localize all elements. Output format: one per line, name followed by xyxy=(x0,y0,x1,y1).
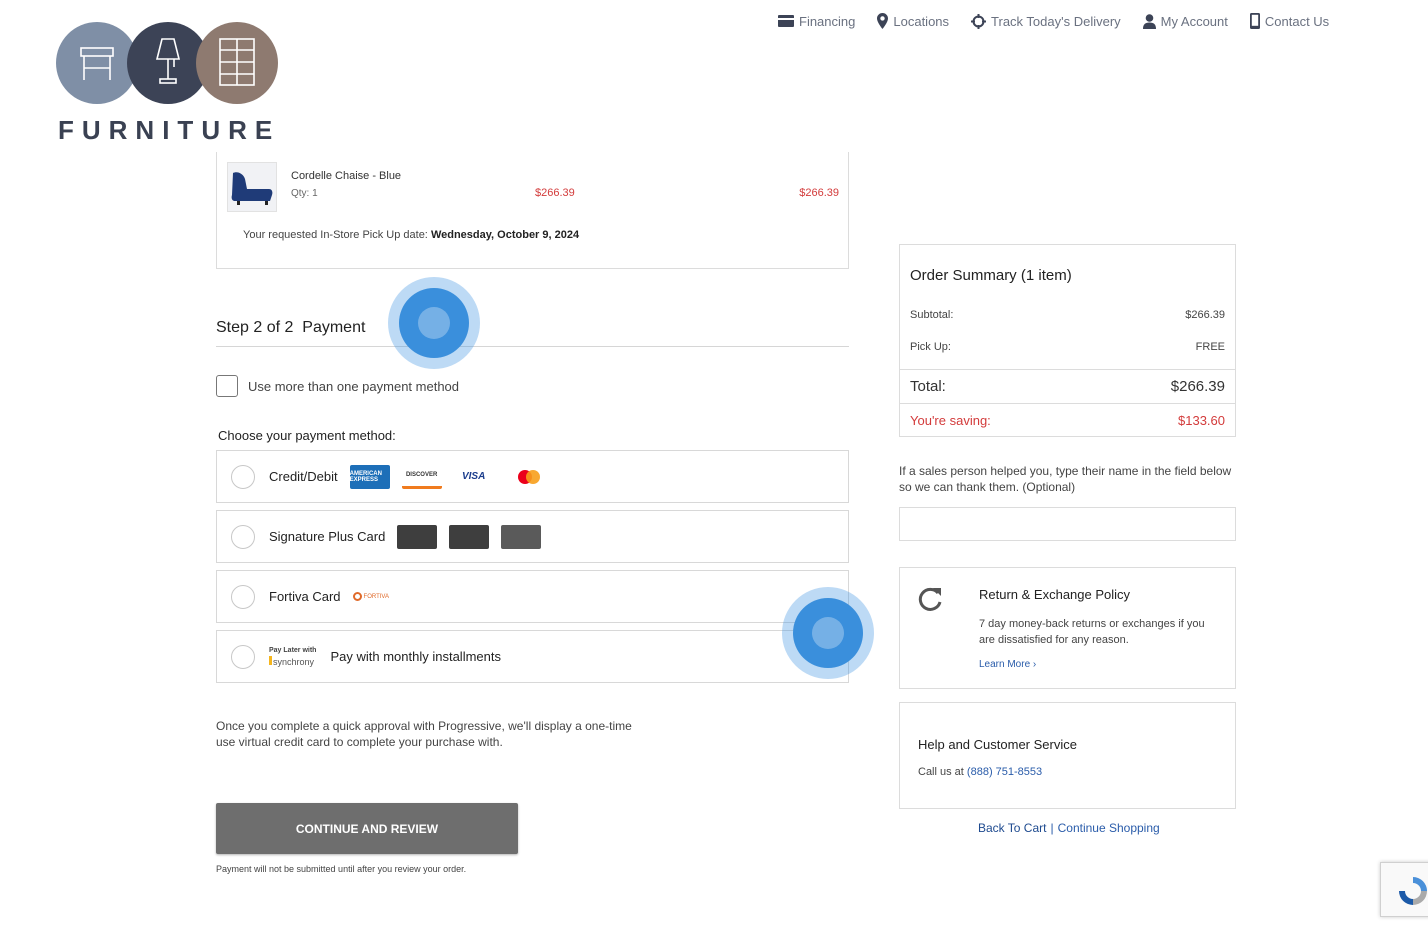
phone-icon xyxy=(1249,13,1260,29)
help-phone-line: Call us at (888) 751-8553 xyxy=(918,766,1043,778)
user-icon xyxy=(1142,13,1156,29)
brand-logo[interactable]: FURNITURE xyxy=(56,22,286,145)
subtotal-row: Subtotal: $266.39 xyxy=(910,309,1225,321)
radio-fortiva[interactable] xyxy=(231,584,255,609)
learn-more-link[interactable]: Learn More › xyxy=(979,659,1036,670)
phone-link[interactable]: (888) 751-8553 xyxy=(967,766,1042,778)
payment-option-fortiva[interactable]: Fortiva Card FORTIVA xyxy=(216,570,849,623)
salesperson-note: If a sales person helped you, type their… xyxy=(899,464,1232,494)
continue-shopping-link[interactable]: Continue Shopping xyxy=(1058,821,1160,835)
nav-track-delivery[interactable]: Track Today's Delivery xyxy=(971,12,1121,30)
table-icon xyxy=(56,22,138,104)
product-qty: Qty: 1 xyxy=(291,188,318,199)
submit-note: Payment will not be submitted until afte… xyxy=(216,864,467,874)
total-row: Total: $266.39 xyxy=(900,369,1235,404)
pickup-row: Pick Up: FREE xyxy=(910,341,1225,353)
amex-logo: AMERICAN EXPRESS xyxy=(349,464,390,489)
policy-title: Return & Exchange Policy xyxy=(979,587,1131,602)
progressive-note: Once you complete a quick approval with … xyxy=(216,719,632,749)
saving-row: You're saving: $133.60 xyxy=(910,413,1225,428)
payment-option-credit-debit[interactable]: Credit/Debit AMERICAN EXPRESS DISCOVER V… xyxy=(216,450,849,503)
multi-payment-label: Use more than one payment method xyxy=(248,378,460,394)
multi-payment-checkbox[interactable] xyxy=(216,375,238,397)
saving-value: $133.60 xyxy=(1178,413,1225,428)
order-summary: Order Summary (1 item) Subtotal: $266.39 … xyxy=(899,244,1236,437)
step-title: Step 2 of 2 Payment xyxy=(216,319,366,336)
radio-credit-debit[interactable] xyxy=(231,464,255,489)
back-to-cart-link[interactable]: Back To Cart xyxy=(978,821,1046,835)
order-summary-title: Order Summary (1 item) xyxy=(910,267,1072,284)
brand-wordmark: FURNITURE xyxy=(58,115,281,145)
mastercard-logo xyxy=(505,464,546,489)
recaptcha-icon xyxy=(1399,877,1427,905)
nav-label: Contact Us xyxy=(1264,13,1330,29)
choose-payment-label: Choose your payment method: xyxy=(218,428,396,443)
map-pin-icon xyxy=(877,13,889,29)
salesperson-name-input[interactable] xyxy=(899,507,1236,541)
nav-label: Track Today's Delivery xyxy=(991,13,1121,29)
nav-my-account[interactable]: My Account xyxy=(1142,12,1228,30)
nav-label: Locations xyxy=(893,13,950,29)
refresh-icon xyxy=(918,587,942,611)
synchrony-logo: Pay Later with synchrony xyxy=(269,647,317,667)
pickup-date-line: Your requested In-Store Pick Up date: We… xyxy=(243,229,579,241)
total-value: $266.39 xyxy=(1170,378,1225,395)
nav-label: My Account xyxy=(1160,13,1228,29)
nav-locations[interactable]: Locations xyxy=(877,12,949,30)
pickup-label: Your requested In-Store Pick Up date: xyxy=(243,229,428,241)
divider xyxy=(216,346,849,347)
help-title: Help and Customer Service xyxy=(918,737,1077,752)
signature-card-image xyxy=(397,524,438,549)
product-price: $266.39 xyxy=(535,187,575,199)
payment-option-synchrony[interactable]: Pay Later with synchrony Pay with monthl… xyxy=(216,630,849,683)
payment-option-label: Signature Plus Card xyxy=(269,529,386,544)
bottom-links: Back To Cart | Continue Shopping xyxy=(978,821,1160,835)
help-card: Help and Customer Service Call us at (88… xyxy=(899,702,1236,809)
payment-option-label: Credit/Debit xyxy=(269,469,338,484)
credit-card-icon xyxy=(778,15,794,27)
nav-contact-us[interactable]: Contact Us xyxy=(1249,12,1330,30)
top-navigation: Financing Locations Track Today's Delive… xyxy=(778,12,1329,30)
multi-payment-toggle[interactable]: Use more than one payment method xyxy=(216,375,459,397)
product-thumbnail[interactable] xyxy=(227,162,277,212)
payment-option-signature-plus[interactable]: Signature Plus Card xyxy=(216,510,849,563)
nav-label: Financing xyxy=(799,13,856,29)
pickup-date: Wednesday, October 9, 2024 xyxy=(430,229,580,241)
fortiva-logo: FORTIVA xyxy=(352,592,389,601)
crosshair-icon xyxy=(971,13,987,29)
policy-text: 7 day money-back returns or exchanges if… xyxy=(979,618,1205,646)
recaptcha-badge[interactable] xyxy=(1380,862,1428,917)
signature-card-image xyxy=(449,524,490,549)
signature-card-image xyxy=(501,524,542,549)
click-indicator xyxy=(388,277,480,369)
radio-synchrony[interactable] xyxy=(231,644,255,669)
radio-signature-plus[interactable] xyxy=(231,524,255,549)
subtotal-value: $266.39 xyxy=(1185,309,1225,321)
click-indicator xyxy=(782,587,874,679)
return-policy-card: Return & Exchange Policy 7 day money-bac… xyxy=(899,567,1236,689)
visa-logo: VISA xyxy=(453,464,494,489)
cart-item-card: Cordelle Chaise - Blue Qty: 1 $266.39 $2… xyxy=(216,152,849,269)
payment-option-label: Fortiva Card xyxy=(269,589,341,604)
nav-financing[interactable]: Financing xyxy=(778,12,855,30)
product-line-total: $266.39 xyxy=(799,187,839,199)
discover-logo: DISCOVER xyxy=(401,464,442,489)
link-separator: | xyxy=(1050,821,1054,835)
dresser-icon xyxy=(196,22,278,104)
payment-option-label: Pay with monthly installments xyxy=(330,649,501,664)
product-name[interactable]: Cordelle Chaise - Blue xyxy=(291,170,401,182)
continue-and-review-button[interactable]: CONTINUE AND REVIEW xyxy=(216,803,518,854)
pickup-value: FREE xyxy=(1195,341,1225,353)
